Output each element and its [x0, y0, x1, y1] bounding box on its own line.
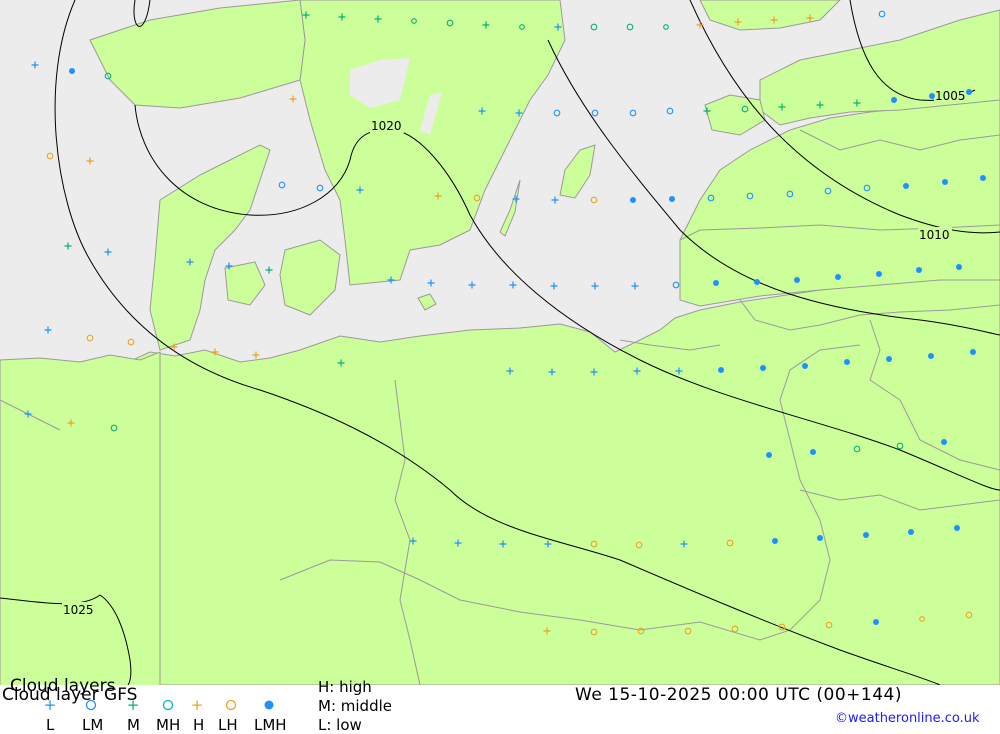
key-high: H: high [318, 678, 372, 696]
legend-plus-icon: + [126, 696, 140, 714]
copyright-link[interactable]: ©weatheronline.co.uk [835, 711, 980, 726]
isobar-label-1025: 1025 [63, 603, 94, 617]
cloud-dot-icon [835, 274, 841, 280]
isobar-label-1010: 1010 [919, 228, 950, 242]
cloud-dot-icon [69, 68, 75, 74]
cloud-dot-icon [760, 365, 766, 371]
legend-label-h: H [193, 716, 205, 734]
cloud-dot-icon [966, 89, 972, 95]
land-west [0, 351, 161, 685]
legend-label-lh: LH [218, 716, 238, 734]
legend-label-l: L [46, 716, 55, 734]
cloud-dot-icon [908, 529, 914, 535]
cloud-dot-icon [956, 264, 962, 270]
cloud-dot-icon [772, 538, 778, 544]
footer: Cloud layers Cloud layer GFS + + + L LM … [0, 676, 1000, 734]
isobar-label-1005: 1005 [935, 89, 966, 103]
cloud-dot-icon [891, 97, 897, 103]
forecast-datetime: We 15-10-2025 00:00 UTC (00+144) [575, 685, 902, 705]
cloud-dot-icon [669, 196, 675, 202]
cloud-dot-icon [941, 439, 947, 445]
legend-label-lm: LM [82, 716, 104, 734]
cloud-dot-icon [928, 353, 934, 359]
cloud-dot-icon [718, 367, 724, 373]
legend-circle-icon [224, 698, 238, 712]
cloud-dot-icon [903, 183, 909, 189]
legend-dot-icon [262, 698, 276, 712]
legend-plus-icon: + [190, 696, 204, 714]
legend-circle-icon [84, 698, 98, 712]
legend-label-mh: MH [156, 716, 181, 734]
legend-circle-icon [161, 698, 175, 712]
cloud-map: 1020 1005 1010 1025 [0, 0, 1000, 685]
cloud-dot-icon [754, 279, 760, 285]
cloud-dot-icon [916, 267, 922, 273]
cloud-dot-icon [970, 349, 976, 355]
cloud-dot-icon [713, 280, 719, 286]
cloud-dot-icon [929, 93, 935, 99]
cloud-dot-icon [810, 449, 816, 455]
cloud-dot-icon [802, 363, 808, 369]
cloud-dot-icon [766, 452, 772, 458]
cloud-dot-icon [863, 532, 869, 538]
cloud-dot-icon [794, 277, 800, 283]
isobar-label-1020: 1020 [371, 119, 402, 133]
legend-plus-icon: + [43, 696, 57, 714]
legend-label-lmh: LMH [254, 716, 287, 734]
cloud-dot-icon [980, 175, 986, 181]
legend-label-m: M [127, 716, 140, 734]
cloud-dot-icon [630, 197, 636, 203]
cloud-dot-icon [844, 359, 850, 365]
cloud-dot-icon [942, 179, 948, 185]
title-line-2: Cloud layer GFS [2, 685, 138, 705]
cloud-dot-icon [886, 356, 892, 362]
cloud-dot-icon [817, 535, 823, 541]
cloud-dot-icon [876, 271, 882, 277]
cloud-dot-icon [954, 525, 960, 531]
key-middle: M: middle [318, 697, 392, 715]
cloud-dot-icon [873, 619, 879, 625]
key-low: L: low [318, 716, 362, 734]
